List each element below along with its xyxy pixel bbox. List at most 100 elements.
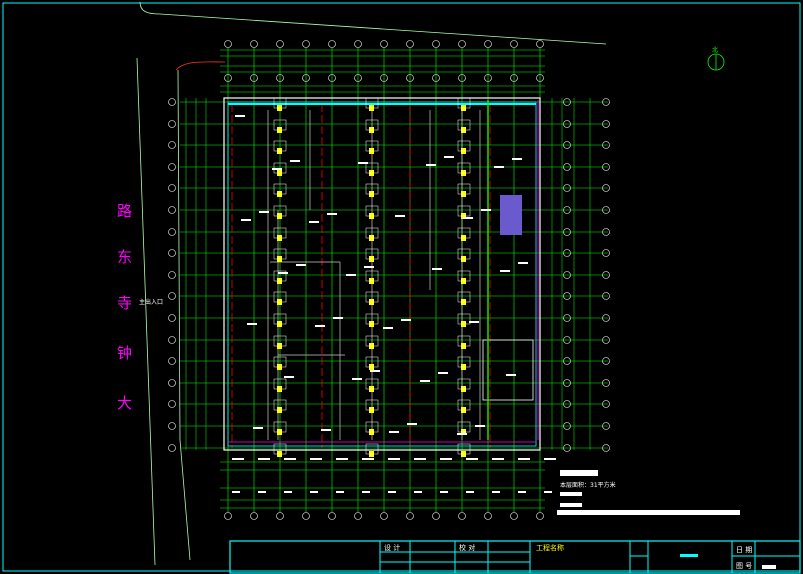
text-blip xyxy=(284,376,294,378)
axis-bubble xyxy=(380,40,388,48)
dim-text xyxy=(232,491,240,493)
text-blip xyxy=(309,221,319,223)
building-outline xyxy=(223,97,541,451)
dim-text xyxy=(414,491,422,493)
sheet-label: 图 号 xyxy=(736,562,752,570)
axis-bubble xyxy=(380,512,388,520)
axis-bubble xyxy=(168,357,176,365)
dim-text xyxy=(466,491,474,493)
dim-text xyxy=(492,458,504,460)
axis-bubble xyxy=(536,512,544,520)
text-blip xyxy=(278,272,288,274)
project-label: 工程名称 xyxy=(536,543,564,552)
dim-text xyxy=(232,458,244,460)
drawing-frame xyxy=(2,2,801,572)
axis-bubble xyxy=(302,512,310,520)
dim-text xyxy=(336,458,348,460)
axis-bubble xyxy=(458,512,466,520)
text-blip xyxy=(364,266,374,268)
text-blip xyxy=(463,217,473,219)
text-blip xyxy=(235,115,245,117)
dim-text xyxy=(440,458,452,460)
area-note: 本层面积：31平方米 xyxy=(557,470,740,515)
axis-bubble xyxy=(168,292,176,300)
road-edge-inner xyxy=(177,69,191,561)
axis-bubble xyxy=(432,40,440,48)
road-char-3: 寺 xyxy=(117,294,132,312)
road-name: 大 钟 寺 东 路 xyxy=(117,202,132,412)
road-char-5: 路 xyxy=(117,202,132,220)
site-boundary xyxy=(139,1,607,45)
road-char-1: 大 xyxy=(117,394,132,412)
dim-text xyxy=(258,458,270,460)
axis-bubble xyxy=(328,40,336,48)
text-blip xyxy=(383,327,393,329)
purple-area xyxy=(500,195,522,235)
axis-bubble xyxy=(406,40,414,48)
dim-text xyxy=(414,458,426,460)
text-blip xyxy=(432,268,442,270)
north-arrow-icon: 北 xyxy=(707,46,725,71)
date-label: 日 期 xyxy=(736,546,752,554)
dim-text xyxy=(362,491,370,493)
axis-bubble xyxy=(536,40,544,48)
text-blip xyxy=(352,378,362,380)
text-blip xyxy=(346,274,356,276)
text-blip xyxy=(518,262,528,264)
axis-grid-lines xyxy=(168,40,610,520)
text-blip xyxy=(321,429,331,431)
axis-bubble xyxy=(510,40,518,48)
axis-bubble xyxy=(168,336,176,344)
dim-text xyxy=(544,458,556,460)
axis-bubble xyxy=(302,40,310,48)
dim-text xyxy=(544,491,552,493)
room-box xyxy=(482,339,534,401)
axis-bubble xyxy=(168,141,176,149)
axis-bubble xyxy=(168,206,176,214)
building-plan xyxy=(223,97,541,457)
text-blip xyxy=(444,156,454,158)
axis-bubble xyxy=(484,512,492,520)
text-blip xyxy=(407,423,417,425)
text-blip xyxy=(296,264,306,266)
text-blip xyxy=(457,433,467,435)
text-blip xyxy=(506,374,516,376)
entrance-label: 主出入口 xyxy=(139,298,163,306)
text-blip xyxy=(333,317,343,319)
area-note-text: 本层面积：31平方米 xyxy=(560,481,616,489)
road-char-4: 东 xyxy=(117,248,132,266)
text-blip xyxy=(481,209,491,211)
dim-text xyxy=(310,458,322,460)
text-blip xyxy=(494,166,504,168)
axis-bubble xyxy=(168,120,176,128)
axis-bubble xyxy=(276,512,284,520)
text-blip xyxy=(426,164,436,166)
dim-text xyxy=(310,491,318,493)
text-blip xyxy=(358,162,368,164)
text-blip xyxy=(315,325,325,327)
text-blip xyxy=(247,323,257,325)
text-blip xyxy=(241,219,251,221)
axis-bubble xyxy=(168,163,176,171)
text-blip xyxy=(327,213,337,215)
dim-text xyxy=(284,458,296,460)
axis-bubble xyxy=(406,512,414,520)
dim-text xyxy=(362,458,374,460)
axis-bubble xyxy=(354,40,362,48)
text-blip xyxy=(500,270,510,272)
site-curve xyxy=(175,61,226,71)
axis-bubble xyxy=(168,249,176,257)
axis-bubble xyxy=(224,512,232,520)
axis-bubble xyxy=(484,40,492,48)
text-blip xyxy=(438,372,448,374)
axis-bubble xyxy=(250,512,258,520)
dimension-lines xyxy=(185,49,591,509)
title-col-b: 校 对 xyxy=(459,543,475,552)
text-blip xyxy=(512,158,522,160)
dim-text xyxy=(258,491,266,493)
text-blip xyxy=(253,427,263,429)
road-char-2: 钟 xyxy=(117,344,132,362)
title-col-a: 设 计 xyxy=(384,543,400,552)
cad-drawing-canvas[interactable]: 大 钟 寺 东 路 主出入口 北 本层面积：31平方米 设 计 校 对 工程名称… xyxy=(0,0,803,574)
dim-text xyxy=(440,491,448,493)
